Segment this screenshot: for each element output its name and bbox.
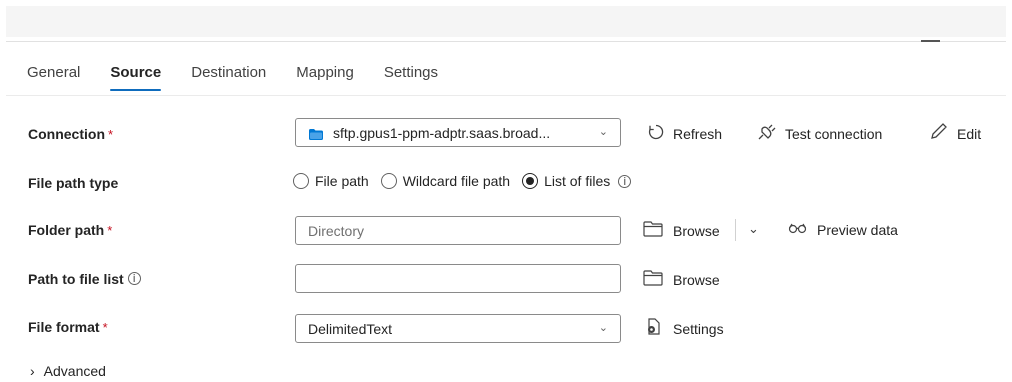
tab-destination[interactable]: Destination bbox=[191, 62, 266, 96]
required-marker: * bbox=[108, 127, 114, 142]
radio-wildcard-file-path[interactable]: Wildcard file path bbox=[380, 173, 510, 189]
tab-settings[interactable]: Settings bbox=[384, 62, 438, 96]
connection-select[interactable]: sftp.gpus1-ppm-adptr.saas.broad... ⌄ bbox=[295, 118, 621, 147]
tab-divider bbox=[6, 95, 1006, 96]
folder-icon bbox=[309, 127, 323, 143]
minimize-handle[interactable] bbox=[921, 40, 940, 42]
file-format-value: DelimitedText bbox=[308, 321, 393, 337]
chevron-down-icon: ⌄ bbox=[598, 126, 608, 138]
required-marker: * bbox=[107, 223, 113, 238]
divider bbox=[6, 41, 1006, 42]
file-list-browse-button[interactable]: Browse bbox=[643, 270, 720, 289]
top-toolbar bbox=[6, 6, 1006, 37]
path-to-file-list-label: Path to file list i bbox=[28, 271, 141, 287]
file-format-label: File format * bbox=[28, 319, 108, 335]
edit-button[interactable]: Edit bbox=[929, 123, 981, 144]
file-format-select[interactable]: DelimitedText ⌄ bbox=[295, 314, 621, 343]
advanced-toggle[interactable]: › Advanced bbox=[30, 363, 106, 379]
glasses-icon bbox=[787, 221, 817, 238]
browse-options-chevron-icon[interactable]: ⌄ bbox=[748, 221, 759, 237]
divider bbox=[735, 219, 736, 241]
required-marker: * bbox=[102, 320, 108, 335]
connection-value: sftp.gpus1-ppm-adptr.saas.broad... bbox=[333, 125, 551, 141]
tab-mapping[interactable]: Mapping bbox=[296, 62, 354, 96]
refresh-button[interactable]: Refresh bbox=[647, 123, 722, 144]
radio-file-path[interactable]: File path bbox=[293, 173, 369, 189]
folder-icon bbox=[643, 270, 673, 289]
info-icon[interactable]: i bbox=[127, 272, 141, 285]
tab-general[interactable]: General bbox=[27, 62, 80, 96]
file-path-type-radio-group: File path Wildcard file path List of fil… bbox=[293, 173, 632, 189]
chevron-right-icon: › bbox=[30, 363, 35, 379]
folder-path-placeholder: Directory bbox=[308, 223, 365, 239]
folder-path-input[interactable]: Directory bbox=[295, 216, 621, 245]
chevron-down-icon: ⌄ bbox=[598, 322, 608, 334]
pencil-icon bbox=[929, 123, 957, 144]
connection-label: Connection * bbox=[28, 126, 114, 142]
tab-bar: General Source Destination Mapping Setti… bbox=[27, 62, 468, 96]
radio-list-of-files[interactable]: List of files bbox=[522, 173, 610, 189]
tab-source[interactable]: Source bbox=[110, 62, 161, 96]
path-to-file-list-input[interactable] bbox=[295, 264, 621, 293]
test-connection-button[interactable]: Test connection bbox=[757, 123, 882, 144]
file-settings-icon bbox=[645, 318, 673, 339]
refresh-icon bbox=[647, 123, 673, 144]
preview-data-button[interactable]: Preview data bbox=[787, 221, 898, 238]
plug-icon bbox=[757, 123, 785, 144]
file-format-settings-button[interactable]: Settings bbox=[645, 318, 724, 339]
info-icon[interactable]: i bbox=[618, 174, 632, 188]
folder-icon bbox=[643, 221, 673, 240]
folder-path-label: Folder path * bbox=[28, 222, 113, 238]
file-path-type-label: File path type bbox=[28, 175, 119, 191]
folder-browse-button[interactable]: Browse bbox=[643, 221, 720, 240]
